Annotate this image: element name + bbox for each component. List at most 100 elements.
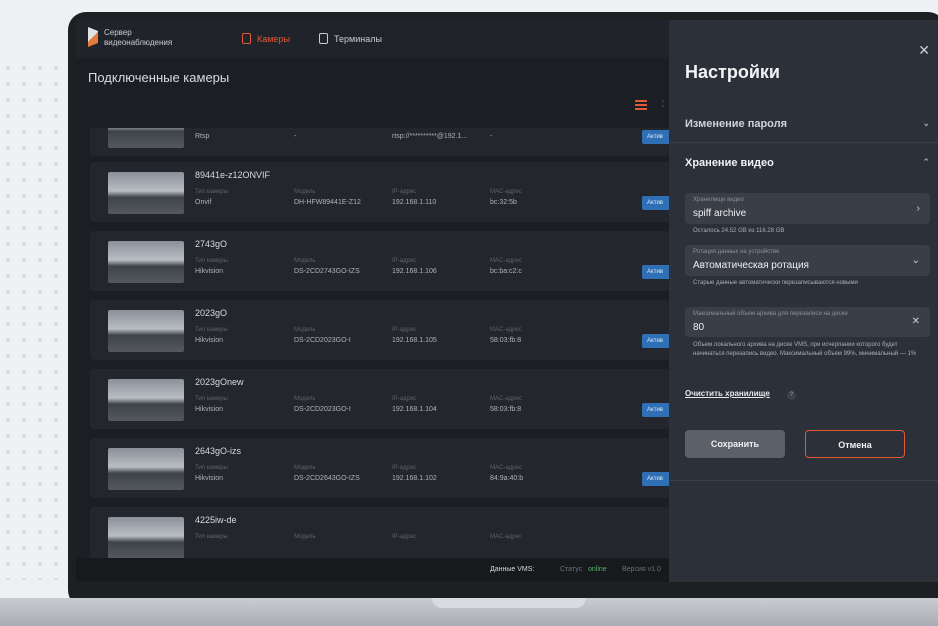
grid-view-icon[interactable]: ◦ ◦	[662, 99, 666, 110]
footer-status-value: online	[588, 566, 607, 573]
camera-name: 4225iw-de	[195, 515, 237, 525]
field-label: Тип камеры	[195, 396, 228, 402]
max-archive-input[interactable]: Максимальный объем архива для перезаписи…	[685, 307, 930, 337]
camera-mac: bc:32:5b	[490, 199, 517, 206]
field-label: Модель	[294, 396, 316, 402]
field-label: MAC-адрес	[490, 327, 522, 333]
camera-ip: 192.168.1.110	[392, 199, 437, 206]
camera-card[interactable]: Rtsp - rtsp://**********@192.1... - Акти…	[90, 128, 670, 156]
laptop-base	[0, 598, 938, 626]
camera-name: 2743gO	[195, 239, 228, 249]
camera-type: Hikvision	[195, 337, 224, 344]
camera-card[interactable]: 4225iw-de Тип камеры Модель IP-адрес MAC…	[90, 507, 670, 558]
camera-mac: -	[490, 133, 493, 140]
footer-version: Версия v1.0	[622, 566, 661, 573]
section-video-storage[interactable]: Хранение видео ⌃	[685, 157, 930, 169]
camera-thumbnail	[108, 517, 184, 558]
rotation-select[interactable]: Ротация данных на устройстве Автоматичес…	[685, 245, 930, 276]
vms-footer: Данные VMS: Статус online Версия v1.0	[76, 558, 669, 582]
field-label: Тип камеры	[195, 258, 228, 264]
field-label: IP-адрес	[392, 189, 417, 195]
brand-logo-icon	[88, 27, 98, 47]
camera-model: -	[294, 133, 297, 140]
camera-thumbnail	[108, 448, 184, 490]
camera-ip: 192.168.1.102	[392, 475, 437, 482]
terminal-icon	[319, 33, 328, 44]
camera-mac: bc:ba:c2:c	[490, 268, 522, 275]
divider	[669, 142, 938, 143]
camera-mac: 58:03:fb:8	[490, 337, 522, 344]
footer-label: Данные VMS:	[490, 566, 535, 573]
close-icon[interactable]: ✕	[918, 42, 930, 59]
tab-cameras[interactable]: Камеры	[242, 33, 290, 44]
camera-mac: 84:9a:40:b	[490, 475, 524, 482]
field-label: IP-адрес	[392, 327, 417, 333]
camera-thumbnail	[108, 128, 184, 148]
camera-type: Hikvision	[195, 268, 224, 275]
section-change-password[interactable]: Изменение пароля ⌄	[685, 118, 930, 130]
camera-name: 2643gO-izs	[195, 446, 242, 456]
camera-card[interactable]: 2643gO-izs Тип камеры Модель IP-адрес MA…	[90, 438, 670, 498]
chevron-up-icon: ⌃	[922, 157, 930, 167]
footer-status-label: Статус	[560, 566, 583, 573]
camera-model: DS-2CD2743GO-IZS	[294, 268, 360, 275]
field-label: Модель	[294, 189, 316, 195]
camera-model: DS-2CD2643GO-IZS	[294, 475, 360, 482]
field-label: Тип камеры	[195, 465, 228, 471]
field-label: MAC-адрес	[490, 396, 522, 402]
status-badge: Актив	[642, 196, 670, 210]
camera-card[interactable]: 2743gO Тип камеры Модель IP-адрес MAC-ад…	[90, 231, 670, 291]
field-label: Модель	[294, 258, 316, 264]
camera-model: DS-2CD2023GO-I	[294, 406, 351, 413]
camera-list: Rtsp - rtsp://**********@192.1... - Акти…	[90, 128, 670, 558]
status-badge: Актив	[642, 130, 670, 144]
top-bar: Сервер видеонаблюдения Камеры Терминалы	[76, 20, 669, 58]
clear-icon[interactable]: ✕	[912, 316, 920, 327]
help-icon[interactable]: ?	[787, 391, 796, 400]
camera-ip: rtsp://**********@192.1...	[392, 133, 468, 140]
list-view-icon[interactable]	[635, 100, 647, 110]
camera-ip: 192.168.1.106	[392, 268, 437, 275]
brand-name: Сервер видеонаблюдения	[104, 28, 173, 47]
status-badge: Актив	[642, 265, 670, 279]
camera-type: Rtsp	[195, 133, 210, 140]
camera-card[interactable]: 2023gO Тип камеры Модель IP-адрес MAC-ад…	[90, 300, 670, 360]
rotation-hint: Старые данные автоматически перезаписыва…	[693, 280, 858, 286]
tab-terminals[interactable]: Терминалы	[319, 33, 382, 44]
field-label: MAC-адрес	[490, 534, 522, 540]
camera-name: 89441e-z12ONVIF	[195, 170, 271, 180]
chevron-down-icon: ⌄	[922, 118, 930, 128]
max-archive-hint: Объем локального архива на диске VMS, пр…	[693, 342, 917, 357]
cancel-button[interactable]: Отмена	[805, 430, 905, 458]
camera-model: DH-HFW89441E-Z12	[294, 199, 361, 206]
camera-thumbnail	[108, 172, 184, 214]
field-label: Модель	[294, 465, 316, 471]
camera-card[interactable]: 89441e-z12ONVIF Тип камеры Модель IP-адр…	[90, 162, 670, 222]
field-label: Модель	[294, 534, 316, 540]
storage-select[interactable]: Хранилище видео spiff archive ›	[685, 193, 930, 224]
camera-ip: 192.168.1.104	[392, 406, 437, 413]
storage-hint: Осталось 24.52 GB из 116.28 GB	[693, 228, 785, 234]
camera-mac: 58:03:fb:8	[490, 406, 522, 413]
clear-storage-link[interactable]: Очистить хранилище	[685, 389, 770, 398]
status-badge: Актив	[642, 472, 670, 486]
settings-title: Настройки	[685, 62, 780, 82]
status-badge: Актив	[642, 403, 670, 417]
field-label: IP-адрес	[392, 534, 417, 540]
field-label: IP-адрес	[392, 396, 417, 402]
page-title: Подключенные камеры	[88, 70, 230, 85]
divider	[669, 480, 938, 481]
field-label: MAC-адрес	[490, 189, 522, 195]
camera-thumbnail	[108, 379, 184, 421]
camera-type: Onvif	[195, 199, 212, 206]
camera-card[interactable]: 2023gOnew Тип камеры Модель IP-адрес MAC…	[90, 369, 670, 429]
field-label: IP-адрес	[392, 465, 417, 471]
settings-panel: ✕ Настройки Изменение пароля ⌄ Хранение …	[669, 20, 938, 582]
camera-name: 2023gOnew	[195, 377, 244, 387]
chevron-down-icon: ⌄	[911, 255, 920, 266]
field-label: IP-адрес	[392, 258, 417, 264]
save-button[interactable]: Сохранить	[685, 430, 785, 458]
field-label: Тип камеры	[195, 189, 228, 195]
camera-thumbnail	[108, 310, 184, 352]
camera-type: Hikvision	[195, 406, 224, 413]
